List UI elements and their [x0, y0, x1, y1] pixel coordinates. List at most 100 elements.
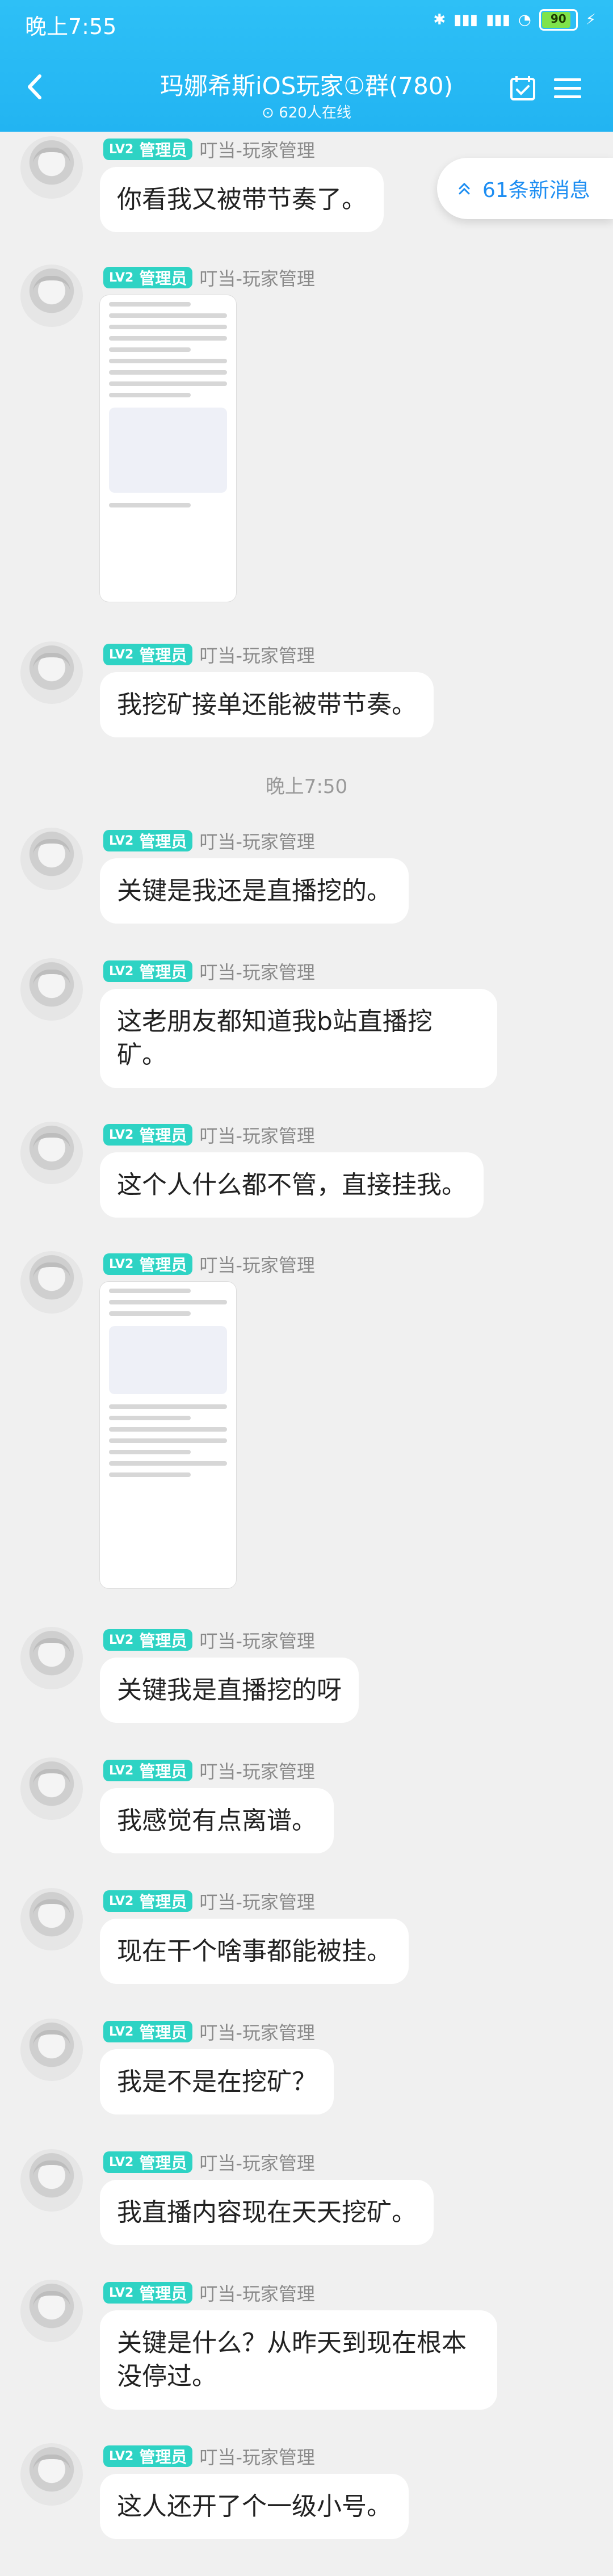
- sender-name[interactable]: 叮当-玩家管理: [199, 1627, 315, 1653]
- message: LV2 管理员 叮当-玩家管理 关键我是直播挖的呀: [0, 1627, 613, 1723]
- avatar[interactable]: [20, 1122, 83, 1184]
- message-bubble[interactable]: 这人还开了个一级小号。: [100, 2474, 409, 2540]
- message-bubble[interactable]: 关键我是直播挖的呀: [100, 1658, 359, 1723]
- message-bubble[interactable]: 这个人什么都不管，直接挂我。: [100, 1152, 484, 1218]
- sender-meta: LV2 管理员 叮当-玩家管理: [103, 1888, 315, 1914]
- sender-meta: LV2 管理员 叮当-玩家管理: [103, 136, 315, 162]
- chat-header: 晚上7:55 ✱ ▮▮▮ ▮▮▮ ◔ 90 ⚡ 玛娜希斯iOS玩家①群(780)…: [0, 0, 613, 132]
- sender-name[interactable]: 叮当-玩家管理: [199, 1757, 315, 1784]
- wifi-icon: ◔: [518, 11, 531, 28]
- online-count: ⊙ 620人在线: [262, 104, 351, 121]
- sender-name[interactable]: 叮当-玩家管理: [199, 1122, 315, 1148]
- sender-name[interactable]: 叮当-玩家管理: [199, 1251, 315, 1277]
- message-bubble[interactable]: 我感觉有点离谱。: [100, 1788, 334, 1854]
- sender-name[interactable]: 叮当-玩家管理: [199, 828, 315, 854]
- role-badge: LV2 管理员: [103, 1890, 193, 1912]
- menu-icon[interactable]: [553, 76, 582, 101]
- signal-icon: ▮▮▮: [454, 11, 478, 28]
- sender-meta: LV2 管理员 叮当-玩家管理: [103, 2280, 315, 2306]
- sender-name[interactable]: 叮当-玩家管理: [199, 2019, 315, 2045]
- sender-name[interactable]: 叮当-玩家管理: [199, 136, 315, 162]
- role-badge: LV2 管理员: [103, 2445, 193, 2467]
- bluetooth-icon: ✱: [433, 11, 446, 28]
- status-bar: 晚上7:55 ✱ ▮▮▮ ▮▮▮ ◔ 90 ⚡: [0, 0, 613, 39]
- message-bubble[interactable]: 关键是我还是直播挖的。: [100, 858, 409, 924]
- sender-meta: LV2 管理员 叮当-玩家管理: [103, 1251, 315, 1277]
- message-bubble[interactable]: 你看我又被带节奏了。: [100, 167, 384, 233]
- sender-meta: LV2 管理员 叮当-玩家管理: [103, 1757, 315, 1784]
- timestamp: 晚上7:50: [265, 775, 348, 798]
- role-badge: LV2 管理员: [103, 1253, 193, 1275]
- avatar[interactable]: [20, 958, 83, 1021]
- role-badge: LV2 管理员: [103, 267, 193, 288]
- role-badge: LV2 管理员: [103, 2282, 193, 2304]
- role-badge: LV2 管理员: [103, 644, 193, 665]
- message: LV2 管理员 叮当-玩家管理 这人还开了个一级小号。: [0, 2443, 613, 2540]
- message: LV2 管理员 叮当-玩家管理 这个人什么都不管，直接挂我。: [0, 1122, 613, 1218]
- charging-icon: ⚡: [585, 11, 596, 28]
- role-badge: LV2 管理员: [103, 139, 193, 160]
- sender-name[interactable]: 叮当-玩家管理: [199, 2280, 315, 2306]
- avatar[interactable]: [20, 2280, 83, 2342]
- avatar[interactable]: [20, 1251, 83, 1314]
- message: LV2 管理员 叮当-玩家管理 你看我又被带节奏了。: [0, 136, 613, 233]
- sender-name[interactable]: 叮当-玩家管理: [199, 641, 315, 668]
- sender-meta: LV2 管理员 叮当-玩家管理: [103, 828, 315, 854]
- sender-meta: LV2 管理员 叮当-玩家管理: [103, 958, 315, 984]
- message: LV2 管理员 叮当-玩家管理 我挖矿接单还能被带节奏。: [0, 641, 613, 738]
- sender-name[interactable]: 叮当-玩家管理: [199, 2149, 315, 2175]
- message: LV2 管理员 叮当-玩家管理 关键是什么？从昨天到现在根本没停过。: [0, 2280, 613, 2416]
- message-bubble[interactable]: 我挖矿接单还能被带节奏。: [100, 672, 434, 738]
- screenshot-image[interactable]: [100, 1282, 236, 1588]
- message: LV2 管理员 叮当-玩家管理 我直播内容现在天天挖矿。: [0, 2149, 613, 2246]
- role-badge: LV2 管理员: [103, 960, 193, 982]
- message-bubble[interactable]: 我是不是在挖矿？: [100, 2049, 334, 2115]
- message-bubble[interactable]: 现在干个啥事都能被挂。: [100, 1919, 409, 1985]
- message-bubble[interactable]: 我直播内容现在天天挖矿。: [100, 2180, 434, 2246]
- sender-meta: LV2 管理员 叮当-玩家管理: [103, 265, 315, 291]
- battery-icon: 90: [539, 9, 578, 31]
- message: LV2 管理员 叮当-玩家管理 我是不是在挖矿？: [0, 2019, 613, 2115]
- avatar[interactable]: [20, 265, 83, 327]
- sender-meta: LV2 管理员 叮当-玩家管理: [103, 1122, 315, 1148]
- sender-name[interactable]: 叮当-玩家管理: [199, 2443, 315, 2469]
- role-badge: LV2 管理员: [103, 1760, 193, 1781]
- sender-meta: LV2 管理员 叮当-玩家管理: [103, 2019, 315, 2045]
- sender-meta: LV2 管理员 叮当-玩家管理: [103, 2443, 315, 2469]
- sender-meta: LV2 管理员 叮当-玩家管理: [103, 641, 315, 668]
- sender-name[interactable]: 叮当-玩家管理: [199, 265, 315, 291]
- avatar[interactable]: [20, 1757, 83, 1820]
- message-bubble[interactable]: 关键是什么？从昨天到现在根本没停过。: [100, 2310, 497, 2410]
- avatar[interactable]: [20, 2019, 83, 2081]
- message: LV2 管理员 叮当-玩家管理 这老朋友都知道我b站直播挖矿。: [0, 958, 613, 1094]
- role-badge: LV2 管理员: [103, 1124, 193, 1146]
- signal-icon-2: ▮▮▮: [486, 11, 511, 28]
- message: LV2 管理员 叮当-玩家管理: [0, 265, 613, 616]
- avatar[interactable]: [20, 2443, 83, 2506]
- calendar-check-icon[interactable]: [509, 74, 537, 102]
- message: LV2 管理员 叮当-玩家管理 关键是我还是直播挖的。: [0, 828, 613, 924]
- avatar[interactable]: [20, 1627, 83, 1689]
- role-badge: LV2 管理员: [103, 1629, 193, 1651]
- sender-name[interactable]: 叮当-玩家管理: [199, 1888, 315, 1914]
- message: LV2 管理员 叮当-玩家管理 现在干个啥事都能被挂。: [0, 1888, 613, 1985]
- avatar[interactable]: [20, 641, 83, 704]
- sender-name[interactable]: 叮当-玩家管理: [199, 958, 315, 984]
- message-bubble[interactable]: 这老朋友都知道我b站直播挖矿。: [100, 989, 497, 1088]
- avatar[interactable]: [20, 2149, 83, 2212]
- message: LV2 管理员 叮当-玩家管理: [0, 1251, 613, 1603]
- title-bar: 玛娜希斯iOS玩家①群(780) ⊙ 620人在线: [0, 57, 613, 125]
- avatar[interactable]: [20, 136, 83, 199]
- battery-level: 90: [550, 12, 566, 26]
- role-badge: LV2 管理员: [103, 830, 193, 851]
- role-badge: LV2 管理员: [103, 2151, 193, 2173]
- status-icons: ✱ ▮▮▮ ▮▮▮ ◔ 90 ⚡: [433, 9, 596, 31]
- avatar[interactable]: [20, 828, 83, 890]
- avatar[interactable]: [20, 1888, 83, 1950]
- status-time: 晚上7:55: [25, 14, 117, 39]
- screenshot-image[interactable]: [100, 295, 236, 602]
- online-count-text: 620人在线: [279, 104, 351, 121]
- role-badge: LV2 管理员: [103, 2021, 193, 2042]
- sender-meta: LV2 管理员 叮当-玩家管理: [103, 1627, 315, 1653]
- message: LV2 管理员 叮当-玩家管理 我感觉有点离谱。: [0, 1757, 613, 1854]
